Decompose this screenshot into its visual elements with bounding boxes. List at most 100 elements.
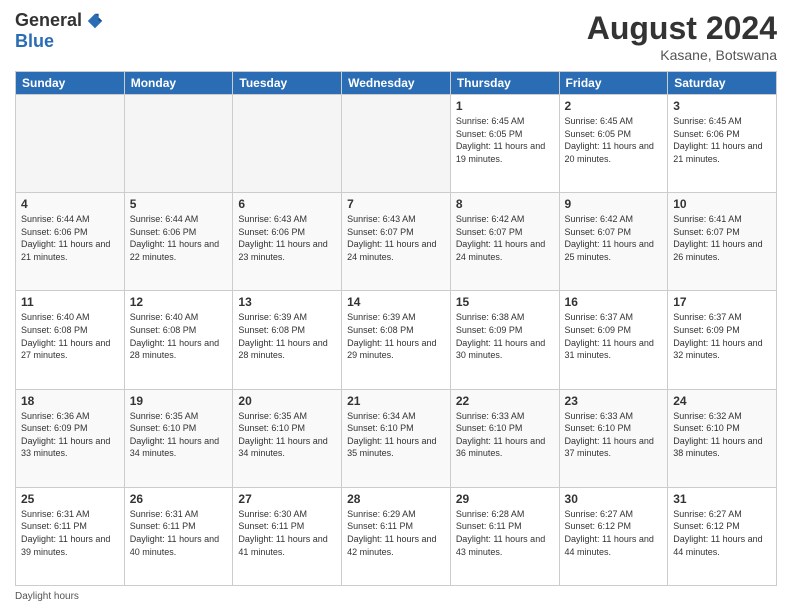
table-row: 18 Sunrise: 6:36 AM Sunset: 6:09 PM Dayli… <box>16 389 125 487</box>
calendar-header-row: Sunday Monday Tuesday Wednesday Thursday… <box>16 72 777 95</box>
day-number: 24 <box>673 394 771 408</box>
table-row: 27 Sunrise: 6:30 AM Sunset: 6:11 PM Dayli… <box>233 487 342 585</box>
table-row: 5Sunrise: 6:44 AM Sunset: 6:06 PM Daylig… <box>124 193 233 291</box>
day-number: 15 <box>456 295 554 309</box>
day-number: 4 <box>21 197 119 211</box>
day-info: Sunrise: 6:43 AM Sunset: 6:07 PM Dayligh… <box>347 213 445 263</box>
day-info: Sunrise: 6:28 AM Sunset: 6:11 PM Dayligh… <box>456 508 554 558</box>
header-wednesday: Wednesday <box>342 72 451 95</box>
day-number: 29 <box>456 492 554 506</box>
day-number: 7 <box>347 197 445 211</box>
table-row: 2 Sunrise: 6:45 AM Sunset: 6:05 PM Daylig… <box>559 95 668 193</box>
table-row: 1Sunrise: 6:45 AM Sunset: 6:05 PM Daylig… <box>450 95 559 193</box>
table-row: 19 Sunrise: 6:35 AM Sunset: 6:10 PM Dayli… <box>124 389 233 487</box>
calendar-week-row: 18 Sunrise: 6:36 AM Sunset: 6:09 PM Dayli… <box>16 389 777 487</box>
table-row <box>342 95 451 193</box>
table-row <box>233 95 342 193</box>
day-info: Sunrise: 6:43 AM Sunset: 6:06 PM Dayligh… <box>238 213 336 263</box>
day-number: 11 <box>21 295 119 309</box>
day-number: 27 <box>238 492 336 506</box>
header-friday: Friday <box>559 72 668 95</box>
day-info: Sunrise: 6:39 AM Sunset: 6:08 PM Dayligh… <box>238 311 336 361</box>
subtitle: Kasane, Botswana <box>587 47 777 63</box>
table-row: 30Sunrise: 6:27 AM Sunset: 6:12 PM Dayli… <box>559 487 668 585</box>
table-row: 14 Sunrise: 6:39 AM Sunset: 6:08 PM Dayli… <box>342 291 451 389</box>
day-number: 5 <box>130 197 228 211</box>
day-number: 17 <box>673 295 771 309</box>
day-info: Sunrise: 6:32 AM Sunset: 6:10 PM Dayligh… <box>673 410 771 460</box>
logo-blue-text: Blue <box>15 31 54 52</box>
day-info: Sunrise: 6:31 AM Sunset: 6:11 PM Dayligh… <box>21 508 119 558</box>
day-number: 2 <box>565 99 663 113</box>
calendar-week-row: 4Sunrise: 6:44 AM Sunset: 6:06 PM Daylig… <box>16 193 777 291</box>
table-row <box>124 95 233 193</box>
table-row: 9 Sunrise: 6:42 AM Sunset: 6:07 PM Daylig… <box>559 193 668 291</box>
day-number: 3 <box>673 99 771 113</box>
logo-general-text: General <box>15 10 82 31</box>
day-info: Sunrise: 6:39 AM Sunset: 6:08 PM Dayligh… <box>347 311 445 361</box>
month-title: August 2024 <box>587 10 777 47</box>
header-sunday: Sunday <box>16 72 125 95</box>
footer: Daylight hours <box>15 591 777 602</box>
day-number: 14 <box>347 295 445 309</box>
table-row: 26 Sunrise: 6:31 AM Sunset: 6:11 PM Dayli… <box>124 487 233 585</box>
table-row: 13Sunrise: 6:39 AM Sunset: 6:08 PM Dayli… <box>233 291 342 389</box>
header: General Blue August 2024 Kasane, Botswan… <box>15 10 777 63</box>
day-info: Sunrise: 6:31 AM Sunset: 6:11 PM Dayligh… <box>130 508 228 558</box>
day-info: Sunrise: 6:34 AM Sunset: 6:10 PM Dayligh… <box>347 410 445 460</box>
day-info: Sunrise: 6:45 AM Sunset: 6:05 PM Dayligh… <box>565 115 663 165</box>
table-row: 20Sunrise: 6:35 AM Sunset: 6:10 PM Dayli… <box>233 389 342 487</box>
day-number: 16 <box>565 295 663 309</box>
table-row: 11Sunrise: 6:40 AM Sunset: 6:08 PM Dayli… <box>16 291 125 389</box>
day-info: Sunrise: 6:27 AM Sunset: 6:12 PM Dayligh… <box>673 508 771 558</box>
day-info: Sunrise: 6:36 AM Sunset: 6:09 PM Dayligh… <box>21 410 119 460</box>
calendar-week-row: 1Sunrise: 6:45 AM Sunset: 6:05 PM Daylig… <box>16 95 777 193</box>
day-info: Sunrise: 6:30 AM Sunset: 6:11 PM Dayligh… <box>238 508 336 558</box>
table-row: 6 Sunrise: 6:43 AM Sunset: 6:06 PM Daylig… <box>233 193 342 291</box>
daylight-hours-label: Daylight hours <box>15 591 79 602</box>
day-info: Sunrise: 6:37 AM Sunset: 6:09 PM Dayligh… <box>673 311 771 361</box>
day-number: 28 <box>347 492 445 506</box>
table-row: 8 Sunrise: 6:42 AM Sunset: 6:07 PM Daylig… <box>450 193 559 291</box>
day-number: 31 <box>673 492 771 506</box>
day-number: 9 <box>565 197 663 211</box>
day-info: Sunrise: 6:35 AM Sunset: 6:10 PM Dayligh… <box>130 410 228 460</box>
table-row: 17 Sunrise: 6:37 AM Sunset: 6:09 PM Dayli… <box>668 291 777 389</box>
day-number: 21 <box>347 394 445 408</box>
table-row: 15 Sunrise: 6:38 AM Sunset: 6:09 PM Dayli… <box>450 291 559 389</box>
day-number: 6 <box>238 197 336 211</box>
table-row: 23Sunrise: 6:33 AM Sunset: 6:10 PM Dayli… <box>559 389 668 487</box>
day-info: Sunrise: 6:40 AM Sunset: 6:08 PM Dayligh… <box>130 311 228 361</box>
table-row: 31 Sunrise: 6:27 AM Sunset: 6:12 PM Dayli… <box>668 487 777 585</box>
day-number: 22 <box>456 394 554 408</box>
day-number: 26 <box>130 492 228 506</box>
page: General Blue August 2024 Kasane, Botswan… <box>0 0 792 612</box>
table-row: 16 Sunrise: 6:37 AM Sunset: 6:09 PM Dayli… <box>559 291 668 389</box>
calendar-table: Sunday Monday Tuesday Wednesday Thursday… <box>15 71 777 586</box>
table-row: 28Sunrise: 6:29 AM Sunset: 6:11 PM Dayli… <box>342 487 451 585</box>
table-row: 3Sunrise: 6:45 AM Sunset: 6:06 PM Daylig… <box>668 95 777 193</box>
table-row: 25Sunrise: 6:31 AM Sunset: 6:11 PM Dayli… <box>16 487 125 585</box>
table-row <box>16 95 125 193</box>
calendar-week-row: 25Sunrise: 6:31 AM Sunset: 6:11 PM Dayli… <box>16 487 777 585</box>
day-info: Sunrise: 6:38 AM Sunset: 6:09 PM Dayligh… <box>456 311 554 361</box>
day-info: Sunrise: 6:37 AM Sunset: 6:09 PM Dayligh… <box>565 311 663 361</box>
logo-icon <box>86 12 104 30</box>
day-info: Sunrise: 6:41 AM Sunset: 6:07 PM Dayligh… <box>673 213 771 263</box>
logo: General Blue <box>15 10 104 52</box>
day-number: 10 <box>673 197 771 211</box>
table-row: 24 Sunrise: 6:32 AM Sunset: 6:10 PM Dayli… <box>668 389 777 487</box>
day-info: Sunrise: 6:35 AM Sunset: 6:10 PM Dayligh… <box>238 410 336 460</box>
day-number: 12 <box>130 295 228 309</box>
day-info: Sunrise: 6:42 AM Sunset: 6:07 PM Dayligh… <box>565 213 663 263</box>
day-info: Sunrise: 6:45 AM Sunset: 6:05 PM Dayligh… <box>456 115 554 165</box>
title-block: August 2024 Kasane, Botswana <box>587 10 777 63</box>
day-number: 8 <box>456 197 554 211</box>
day-info: Sunrise: 6:33 AM Sunset: 6:10 PM Dayligh… <box>565 410 663 460</box>
header-saturday: Saturday <box>668 72 777 95</box>
calendar-week-row: 11 Sunrise: 6:40 AM Sunset: 6:08 PM Dayli… <box>16 291 777 389</box>
day-info: Sunrise: 6:33 AM Sunset: 6:10 PM Dayligh… <box>456 410 554 460</box>
day-number: 18 <box>21 394 119 408</box>
day-info: Sunrise: 6:42 AM Sunset: 6:07 PM Dayligh… <box>456 213 554 263</box>
day-number: 19 <box>130 394 228 408</box>
